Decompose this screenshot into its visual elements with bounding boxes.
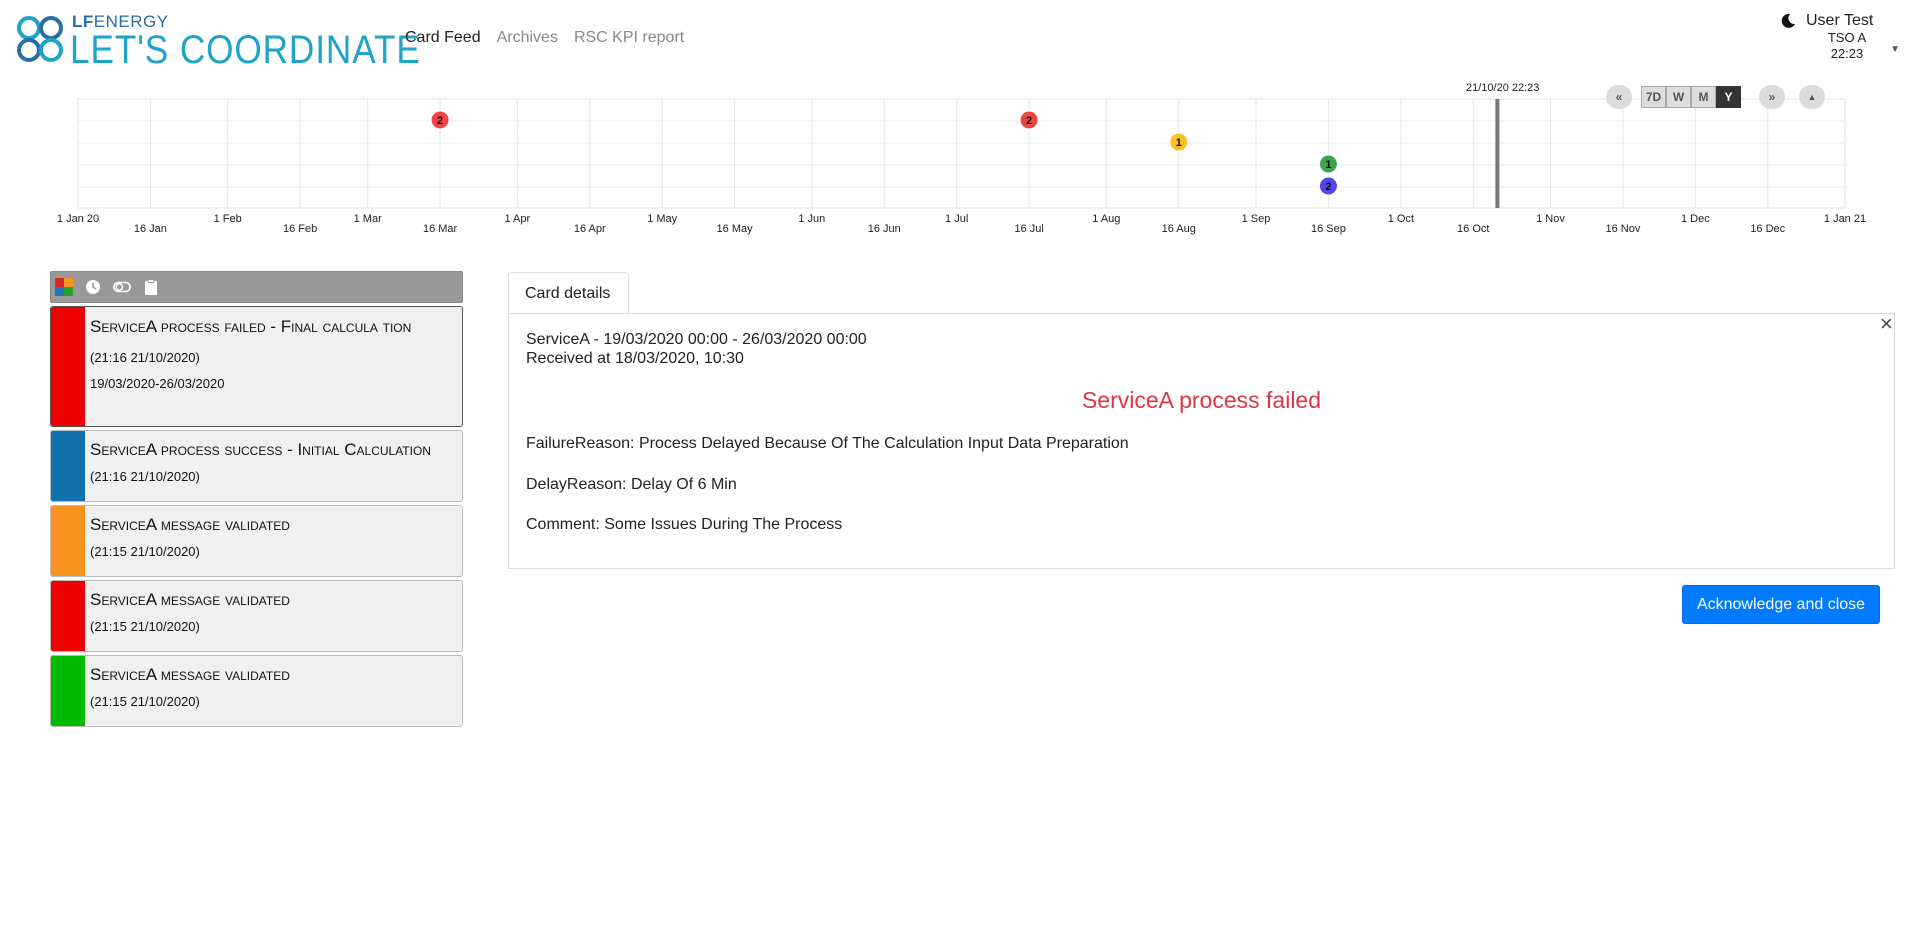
timeline-tick-label: 1 May bbox=[647, 213, 677, 225]
timeline-tick-label: 16 Oct bbox=[1457, 223, 1489, 235]
timeline-tick-label: 16 Jul bbox=[1014, 223, 1043, 235]
timeline-tick-label: 1 Dec bbox=[1681, 213, 1710, 225]
tab-card-details[interactable]: Card details bbox=[508, 272, 629, 314]
user-name: User Test bbox=[1806, 12, 1874, 29]
logo-rings-icon bbox=[17, 16, 63, 62]
card-title: ServiceA process failed - Final calcula … bbox=[90, 317, 412, 336]
timeline-tick-label: 1 Apr bbox=[504, 213, 530, 225]
timeline-plot-area bbox=[77, 98, 1846, 209]
timeline-tick-label: 16 Apr bbox=[574, 223, 606, 235]
timeline-bubble-count: 2 bbox=[1325, 181, 1331, 193]
card-received-at: Received at 18/03/2020, 10:30 bbox=[526, 350, 744, 367]
app-logo[interactable]: LFENERGY LET'S COORDINATE bbox=[14, 12, 420, 72]
logo-title: LET'S COORDINATE bbox=[70, 28, 421, 72]
double-chevron-right-icon[interactable]: » bbox=[1759, 85, 1785, 109]
card-title: ServiceA message validated bbox=[90, 515, 290, 534]
card-item[interactable]: ServiceA process failed - Final calcula … bbox=[50, 306, 463, 427]
timeline-tick-label: 1 Sep bbox=[1242, 213, 1271, 225]
timeline-tick-label: 1 Jan 21 bbox=[1824, 213, 1866, 225]
timeline-tick-label: 1 Jul bbox=[945, 213, 968, 225]
clock-icon[interactable] bbox=[84, 278, 102, 296]
timeline-now-label: 21/10/20 22:23 bbox=[1466, 82, 1540, 94]
range-week-button[interactable]: W bbox=[1666, 86, 1691, 108]
card-severity-stripe bbox=[51, 656, 85, 726]
chevron-down-icon[interactable]: ▼ bbox=[1890, 44, 1900, 55]
close-icon[interactable]: × bbox=[1880, 313, 1894, 335]
comment: Comment: Some Issues During The Process bbox=[526, 516, 843, 533]
timeline-now-marker bbox=[1495, 99, 1500, 208]
timeline-tick-label: 16 Nov bbox=[1605, 223, 1640, 235]
type-filter-icon[interactable] bbox=[55, 278, 73, 296]
timeline-tick-label: 1 Aug bbox=[1092, 213, 1120, 225]
card-severity-stripe bbox=[51, 307, 85, 426]
timeline-bubble-count: 2 bbox=[437, 115, 443, 127]
timeline-tick-label: 1 Mar bbox=[354, 213, 382, 225]
card-time: (21:15 21/10/2020) bbox=[90, 619, 200, 634]
clipboard-icon[interactable] bbox=[142, 278, 160, 296]
card-title: ServiceA message validated bbox=[90, 590, 290, 609]
nav-archives[interactable]: Archives bbox=[497, 29, 558, 47]
timeline-tick-label: 16 Jan bbox=[134, 223, 167, 235]
card-item[interactable]: ServiceA message validated (21:15 21/10/… bbox=[50, 505, 463, 577]
feed-toolbar bbox=[50, 271, 463, 303]
timeline-tick-label: 16 Mar bbox=[423, 223, 458, 235]
timeline-tick-label: 1 Jun bbox=[798, 213, 825, 225]
acknowledge-and-close-button[interactable]: Acknowledge and close bbox=[1682, 585, 1880, 624]
user-clock: 22:23 bbox=[1830, 46, 1864, 61]
timeline-tick-label: 16 Jun bbox=[868, 223, 901, 235]
card-time: (21:16 21/10/2020) bbox=[90, 350, 200, 365]
double-chevron-left-icon[interactable]: « bbox=[1606, 85, 1632, 109]
timeline-tick-label: 16 May bbox=[717, 223, 754, 235]
card-severity-stripe bbox=[51, 581, 85, 651]
card-feed: ServiceA process failed - Final calcula … bbox=[50, 271, 463, 727]
caret-up-icon[interactable]: ▲ bbox=[1799, 85, 1825, 109]
user-entity: TSO A bbox=[1827, 30, 1867, 45]
card-severity-stripe bbox=[51, 506, 85, 576]
card-time: (21:15 21/10/2020) bbox=[90, 544, 200, 559]
card-item[interactable]: ServiceA process success - Initial Calcu… bbox=[50, 430, 463, 502]
card-item[interactable]: ServiceA message validated (21:15 21/10/… bbox=[50, 655, 463, 727]
user-menu[interactable]: User Test TSO A 22:23 ▼ bbox=[1780, 12, 1900, 62]
timeline-tick-label: 1 Jan 20 bbox=[57, 213, 99, 225]
card-item[interactable]: ServiceA message validated (21:15 21/10/… bbox=[50, 580, 463, 652]
header: LFENERGY LET'S COORDINATE Card Feed Arch… bbox=[0, 0, 1920, 80]
timeline: 1 Jan 20 16 Jan 1 Feb 16 Feb 1 Mar 16 Mar 1 Ap… bbox=[0, 80, 1920, 240]
card-period: ServiceA - 19/03/2020 00:00 - 26/03/2020… bbox=[526, 331, 867, 348]
timeline-tick-label: 16 Feb bbox=[283, 223, 317, 235]
timeline-tick-label: 1 Nov bbox=[1536, 213, 1565, 225]
range-7d-button[interactable]: 7D bbox=[1641, 86, 1666, 108]
range-year-button[interactable]: Y bbox=[1716, 86, 1741, 108]
timeline-tick-label: 16 Aug bbox=[1162, 223, 1196, 235]
main-nav: Card Feed Archives RSC KPI report bbox=[405, 29, 684, 47]
moon-icon[interactable] bbox=[1780, 13, 1796, 29]
timeline-bubble-count: 2 bbox=[1026, 115, 1032, 127]
toggle-icon[interactable] bbox=[113, 278, 131, 296]
card-title: ServiceA process success - Initial Calcu… bbox=[90, 440, 431, 459]
timeline-bubble-count: 1 bbox=[1176, 137, 1182, 149]
card-time: (21:16 21/10/2020) bbox=[90, 469, 200, 484]
timeline-controls: « 7D W M Y » ▲ bbox=[1606, 85, 1825, 109]
timeline-bubble-count: 1 bbox=[1325, 159, 1331, 171]
timeline-tick-label: 16 Sep bbox=[1311, 223, 1346, 235]
timeline-tick-label: 1 Oct bbox=[1388, 213, 1414, 225]
delay-reason: DelayReason: Delay Of 6 Min bbox=[526, 476, 737, 493]
nav-rsc-kpi-report[interactable]: RSC KPI report bbox=[574, 29, 684, 47]
card-title: ServiceA message validated bbox=[90, 665, 290, 684]
timeline-tick-label: 1 Feb bbox=[214, 213, 242, 225]
range-month-button[interactable]: M bbox=[1691, 86, 1716, 108]
card-details-panel: × ServiceA - 19/03/2020 00:00 - 26/03/20… bbox=[508, 313, 1895, 569]
card-severity-stripe bbox=[51, 431, 85, 501]
card-detail-title: ServiceA process failed bbox=[1081, 387, 1322, 413]
card-time: (21:15 21/10/2020) bbox=[90, 694, 200, 709]
nav-card-feed[interactable]: Card Feed bbox=[405, 29, 481, 47]
timeline-tick-label: 16 Dec bbox=[1750, 223, 1785, 235]
card-date-range: 19/03/2020-26/03/2020 bbox=[90, 376, 225, 391]
failure-reason: FailureReason: Process Delayed Because O… bbox=[526, 435, 1129, 452]
